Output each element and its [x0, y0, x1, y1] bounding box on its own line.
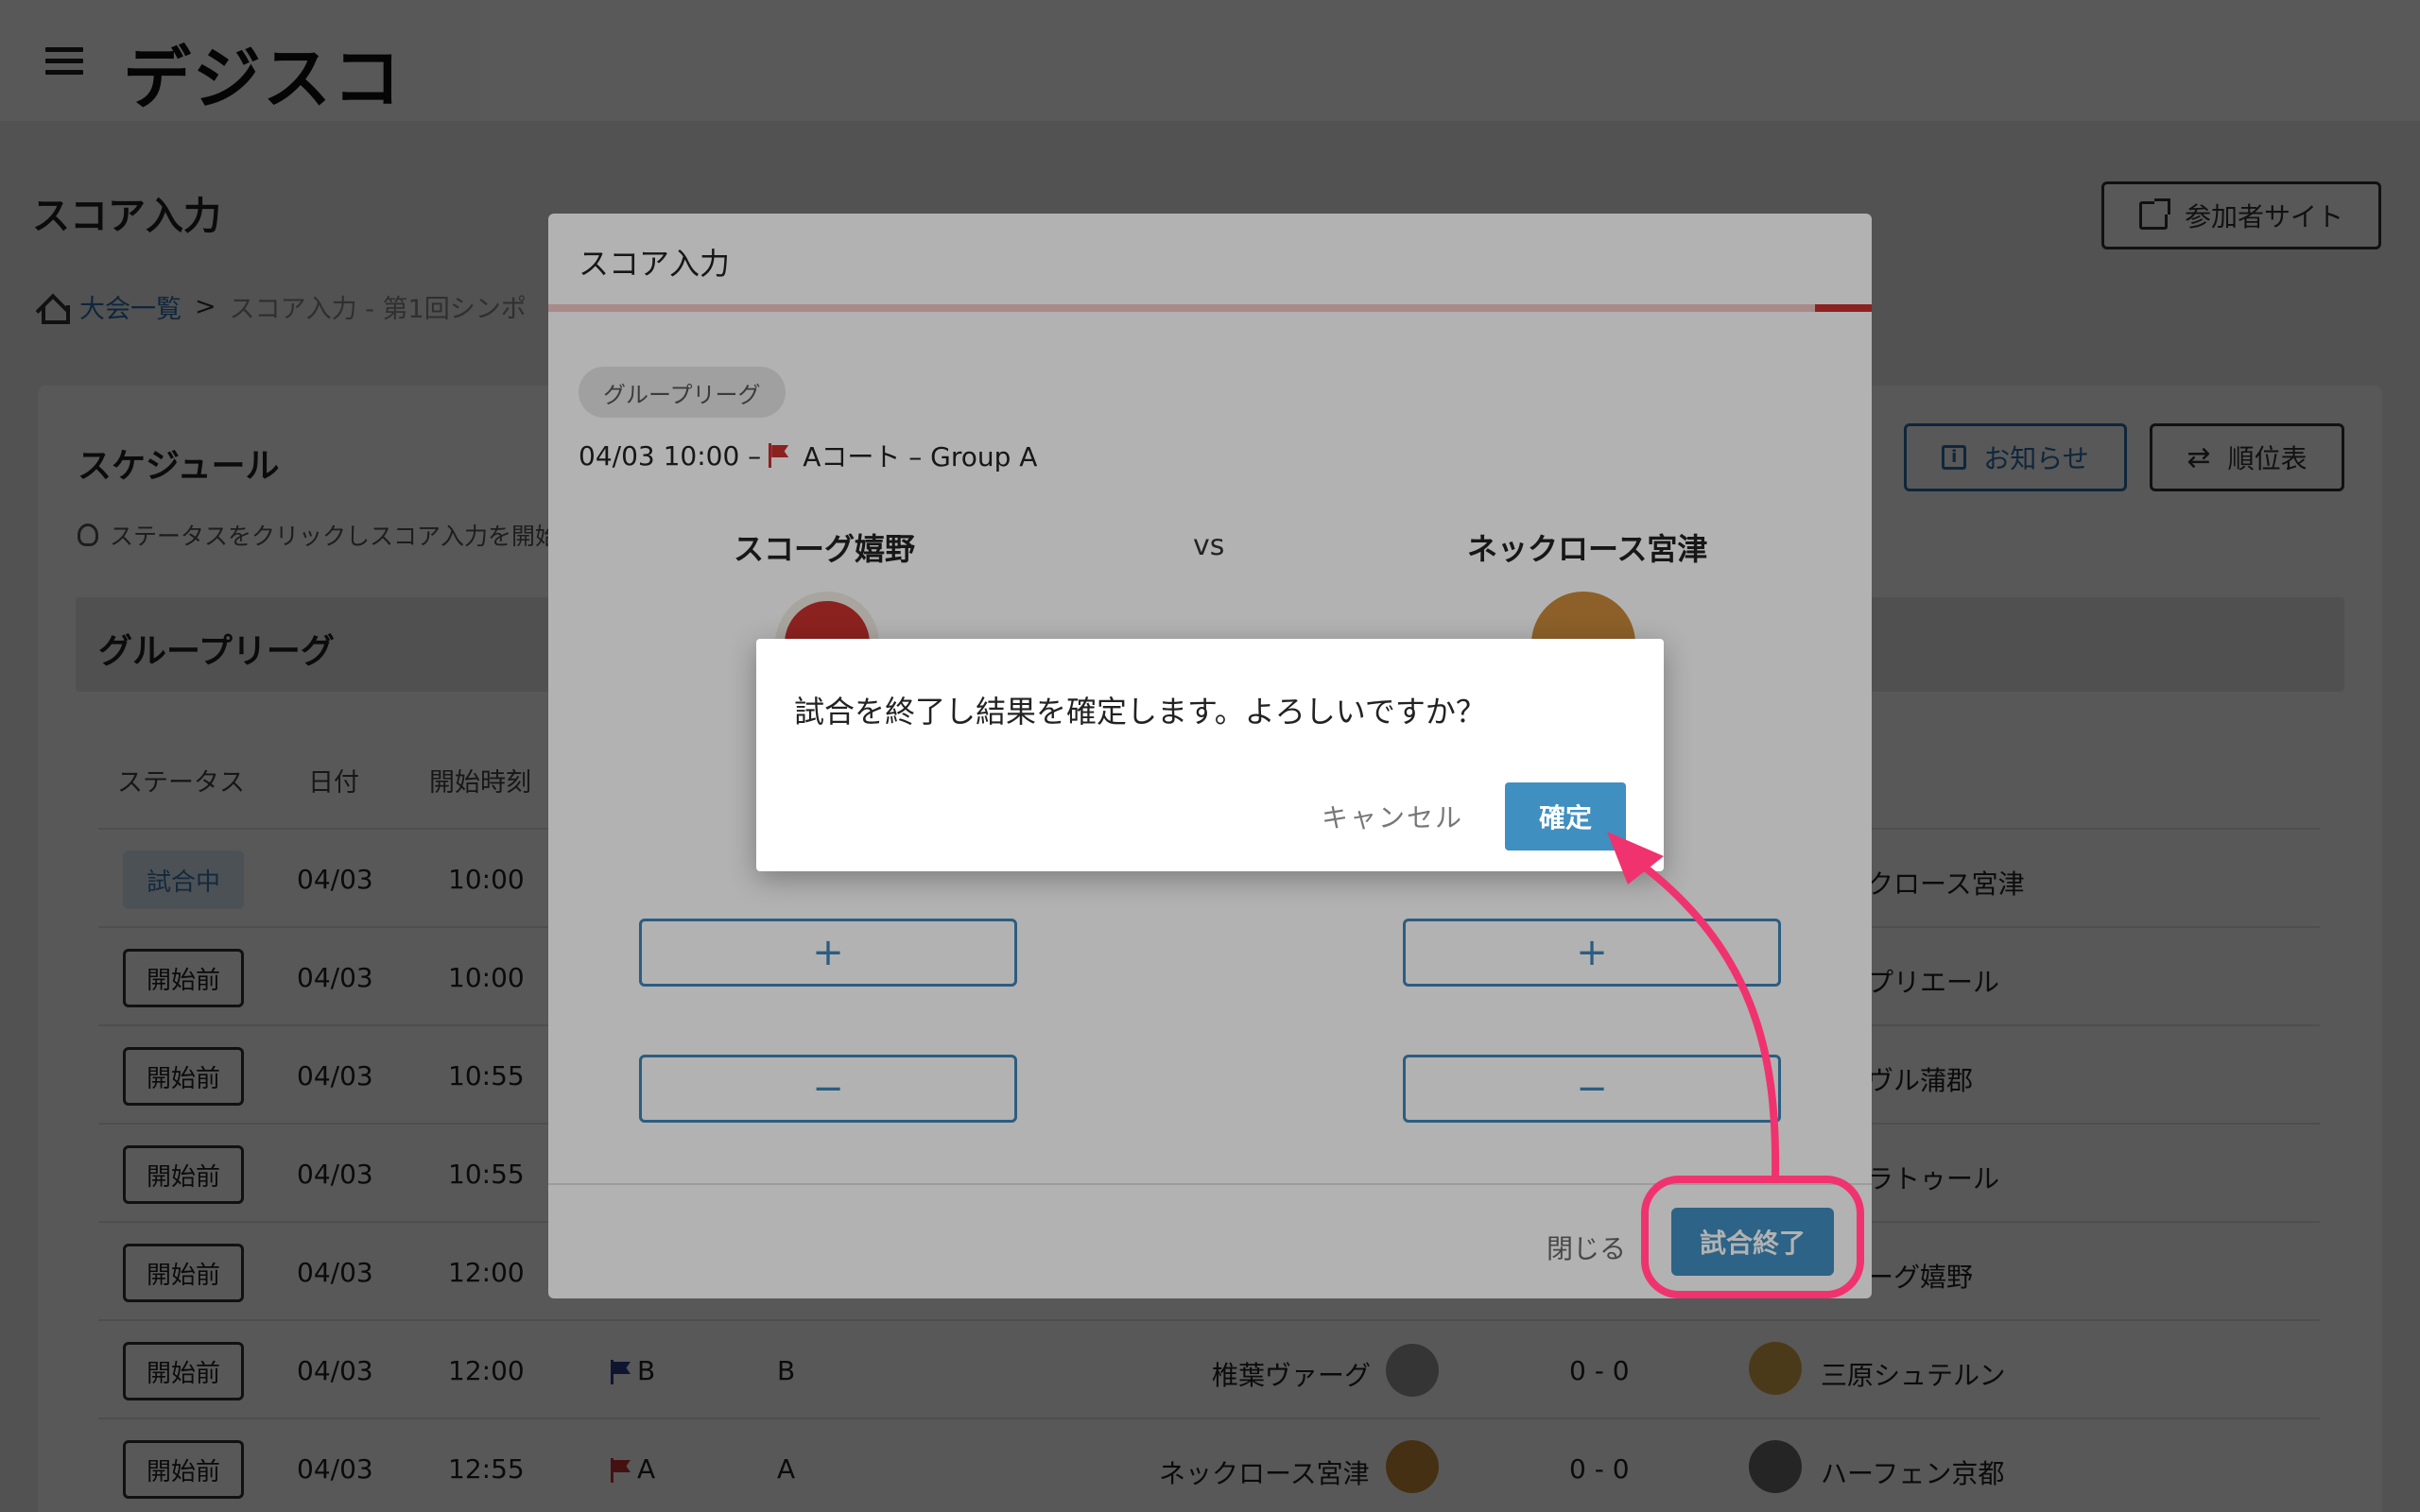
- confirm-dialog: 試合を終了し結果を確定します。よろしいですか？ キャンセル 確定: [756, 639, 1664, 871]
- confirm-button[interactable]: 確定: [1505, 782, 1626, 850]
- cancel-button[interactable]: キャンセル: [1322, 798, 1463, 835]
- confirm-message: 試合を終了し結果を確定します。よろしいですか？: [794, 694, 1486, 730]
